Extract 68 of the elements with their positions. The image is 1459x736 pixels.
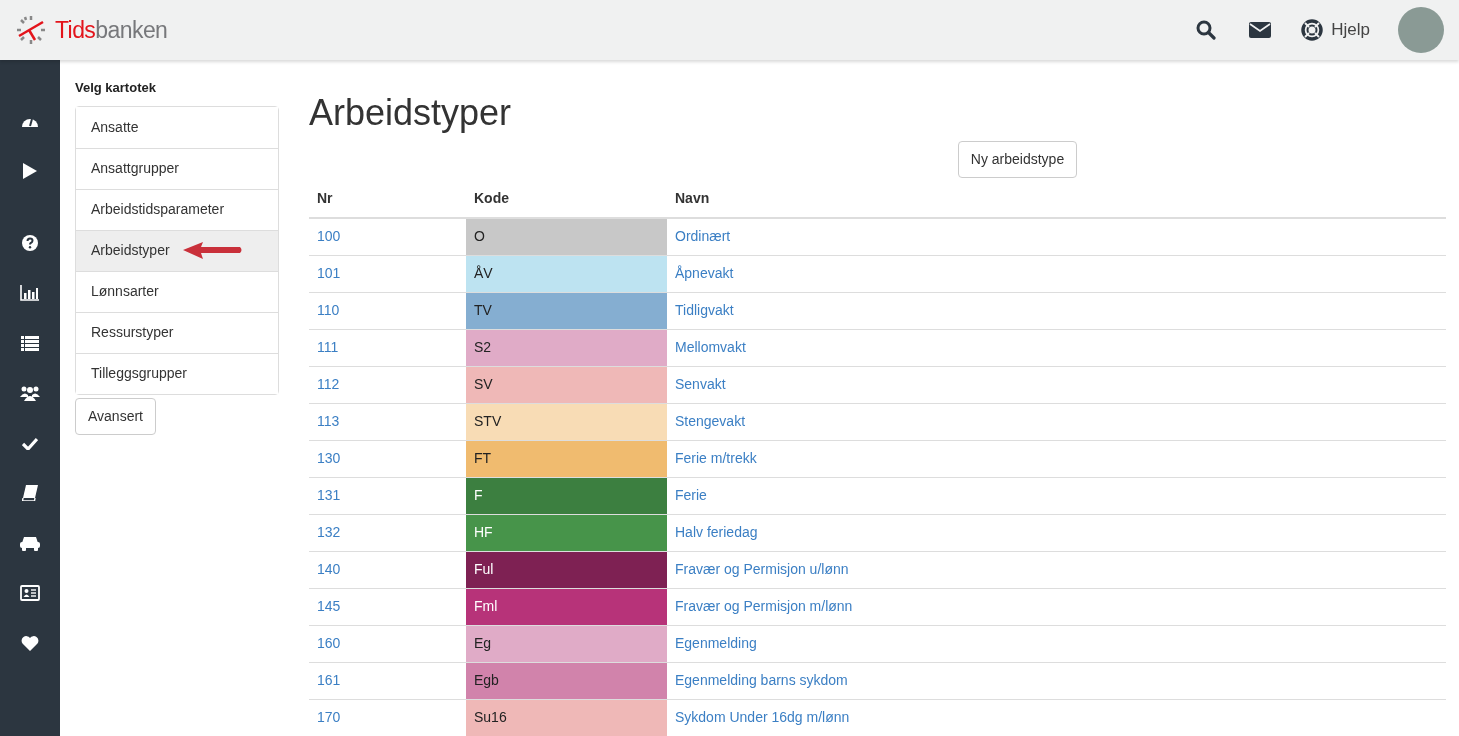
- advanced-button[interactable]: Avansert: [75, 397, 156, 435]
- name-link[interactable]: Fravær og Permisjon m/lønn: [675, 598, 853, 614]
- number-link[interactable]: 170: [317, 709, 341, 726]
- name-link[interactable]: Senvakt: [675, 376, 726, 392]
- number-link[interactable]: 161: [317, 672, 341, 688]
- kartotek-item[interactable]: Arbeidstyper: [76, 230, 278, 271]
- envelope-icon[interactable]: [1249, 22, 1272, 38]
- car-icon[interactable]: [20, 535, 40, 551]
- annotation-arrow: [183, 240, 243, 261]
- question-icon[interactable]: [22, 235, 38, 251]
- code-cell: Fml: [466, 588, 667, 625]
- code-cell: TV: [466, 292, 667, 329]
- number-link[interactable]: 140: [317, 561, 341, 577]
- play-icon[interactable]: [23, 163, 37, 179]
- heart-icon[interactable]: [21, 635, 39, 651]
- name-link[interactable]: Mellomvakt: [675, 339, 746, 355]
- search-icon[interactable]: [1196, 20, 1217, 40]
- number-link[interactable]: 130: [317, 450, 341, 466]
- code-cell: S2: [466, 329, 667, 366]
- name-link[interactable]: Stengevakt: [675, 413, 746, 429]
- name-link[interactable]: Ferie: [675, 487, 707, 503]
- number-link[interactable]: 145: [317, 598, 341, 614]
- code-cell: SV: [466, 366, 667, 403]
- name-link[interactable]: Halv feriedag: [675, 524, 758, 540]
- page-title: Arbeidstyper: [309, 91, 513, 135]
- column-header: Nr: [317, 190, 333, 206]
- panel-heading: Velg kartotek: [75, 79, 157, 97]
- name-link[interactable]: Egenmelding barns sykdom: [675, 672, 848, 688]
- number-link[interactable]: 112: [317, 376, 340, 392]
- name-link[interactable]: Tidligvakt: [675, 302, 734, 318]
- number-link[interactable]: 111: [317, 339, 339, 355]
- help-link[interactable]: Hjelp: [1301, 17, 1370, 43]
- code-cell: FT: [466, 440, 667, 477]
- code-cell: Ful: [466, 551, 667, 588]
- code-cell: Egb: [466, 662, 667, 699]
- name-link[interactable]: Sykdom Under 16dg m/lønn: [675, 709, 850, 726]
- name-link[interactable]: Egenmelding: [675, 635, 757, 651]
- name-link[interactable]: Ferie m/trekk: [675, 450, 757, 466]
- name-link[interactable]: Ordinært: [675, 228, 731, 245]
- code-cell: Eg: [466, 625, 667, 662]
- new-work-type-button[interactable]: Ny arbeidstype: [957, 141, 1078, 178]
- column-header: Navn: [675, 190, 710, 206]
- lifebuoy-icon: [1301, 19, 1324, 41]
- users-icon[interactable]: [20, 385, 40, 401]
- clock-logo-icon: [15, 14, 47, 46]
- book-icon[interactable]: [22, 485, 38, 501]
- number-link[interactable]: 113: [317, 413, 340, 429]
- logo-text: Tidsbanken: [55, 15, 168, 45]
- id-card-icon[interactable]: [20, 585, 40, 601]
- name-link[interactable]: Åpnevakt: [675, 265, 734, 281]
- number-link[interactable]: 131: [317, 487, 341, 503]
- bar-chart-icon[interactable]: [20, 285, 40, 301]
- code-cell: HF: [466, 514, 667, 551]
- number-link[interactable]: 110: [317, 302, 340, 318]
- avatar[interactable]: [1398, 7, 1444, 53]
- number-link[interactable]: 132: [317, 524, 341, 540]
- name-link[interactable]: Fravær og Permisjon u/lønn: [675, 561, 849, 577]
- checkmark-icon[interactable]: [22, 436, 38, 450]
- number-link[interactable]: 101: [317, 265, 341, 281]
- code-cell: O: [466, 218, 667, 255]
- number-link[interactable]: 160: [317, 635, 341, 651]
- number-link[interactable]: 100: [317, 228, 341, 245]
- code-cell: STV: [466, 403, 667, 440]
- code-cell: Su16: [466, 699, 667, 736]
- list-icon[interactable]: [21, 335, 39, 351]
- code-cell: ÅV: [466, 255, 667, 292]
- code-cell: F: [466, 477, 667, 514]
- column-header: Kode: [474, 190, 509, 206]
